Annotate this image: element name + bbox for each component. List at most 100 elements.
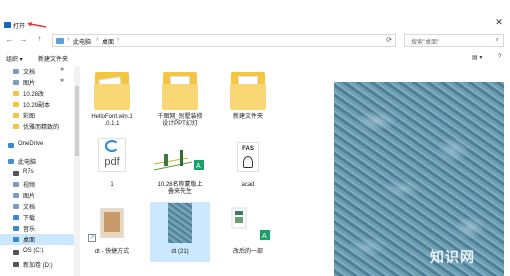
sidebar-item-label: 10.28改 <box>23 92 45 98</box>
window-title: 打开 <box>13 24 26 30</box>
sidebar-item-desktop[interactable]: 桌面 <box>0 234 74 245</box>
sidebar-item-label: 文档 <box>23 70 36 76</box>
video-icon <box>13 182 19 187</box>
file-name: 新建文件夹 <box>232 114 263 120</box>
sidebar-item-this-pc[interactable]: 此电脑 <box>0 156 74 167</box>
sidebar-item-label: 下载 <box>23 216 36 222</box>
file-item[interactable]: A 10.28名称蒙版上 叠来先生 <box>150 134 210 196</box>
sidebar-item-label: 图片 <box>23 194 36 200</box>
folder-icon <box>13 91 19 96</box>
drive-icon <box>13 262 19 267</box>
thumbnail-content <box>104 212 120 232</box>
image-thumbnail-icon <box>168 203 192 243</box>
folder-icon <box>13 102 19 107</box>
sidebar-item-elegant[interactable]: 优雅而精致的 <box>0 121 74 132</box>
sidebar-scrollbar[interactable] <box>74 66 80 276</box>
sidebar-item-label: 此电脑 <box>18 160 37 166</box>
pin-icon: ✱ <box>60 67 65 73</box>
file-name: HelloFont.win.1 .0.1.1 <box>91 114 133 127</box>
forward-button[interactable]: → <box>18 34 29 46</box>
navigation-bar: ← → ↑ › 此电脑 › 桌面 › ⟳ 搜索"桌面" ⌕ <box>0 33 510 49</box>
document-icon <box>13 204 19 209</box>
sidebar-item-label: 新加卷 (D:) <box>23 263 53 269</box>
search-placeholder: 搜索"桌面" <box>411 40 440 46</box>
breadcrumb-desktop[interactable]: 桌面 <box>102 37 114 46</box>
sidebar-item-label: OS (C:) <box>23 248 44 254</box>
sidebar-item-label: 10.29副本 <box>23 103 51 109</box>
cloud-icon <box>8 143 14 148</box>
sidebar-item-videos[interactable]: 视频 <box>0 179 74 190</box>
folder-icon <box>13 124 19 129</box>
breadcrumb-this-pc[interactable]: 此电脑 <box>73 37 91 46</box>
red-arrow-annotation-icon <box>27 22 47 28</box>
music-icon <box>13 226 19 231</box>
sidebar-item-10-28[interactable]: 10.28改 <box>0 88 74 99</box>
file-item[interactable]: A 改后的一部 <box>218 202 278 262</box>
sidebar-item-label: 视频 <box>23 183 36 189</box>
app-icon <box>4 22 11 28</box>
sidebar-item-label: 图片 <box>23 81 36 87</box>
organize-button[interactable]: 组织 ▾ <box>6 54 23 63</box>
sidebar-item-onedrive[interactable]: OneDrive <box>0 140 74 151</box>
pin-icon: ✱ <box>60 78 65 84</box>
file-name: 千图网_别墅装修 设计PPT幻灯 <box>157 114 203 127</box>
file-item[interactable]: FAS acad <box>218 134 278 196</box>
file-item[interactable]: ↗ dt - 快捷方式 <box>82 202 142 262</box>
folder-icon <box>56 38 64 44</box>
chevron-right-icon: › <box>67 36 70 43</box>
sidebar-item-drive-c[interactable]: OS (C:) <box>0 247 74 258</box>
pdf-badge: pdf <box>104 156 120 168</box>
file-name: 改后的一部 <box>232 249 263 255</box>
sidebar-item-label: 彩图 <box>23 114 36 120</box>
sidebar-item-label: OneDrive <box>18 141 44 147</box>
file-name: acad <box>241 182 255 188</box>
sidebar-item-label: 音乐 <box>23 227 36 233</box>
refresh-icon[interactable]: ⟳ <box>386 36 392 44</box>
folder-front <box>230 84 266 110</box>
sidebar-item-label: R7s <box>23 169 34 175</box>
file-name: 1 <box>110 182 114 188</box>
file-name: dt (21) <box>171 249 189 255</box>
file-item[interactable]: HelloFont.win.1 .0.1.1 <box>82 66 142 132</box>
svg-text:A: A <box>262 233 267 240</box>
help-button[interactable]: ? <box>498 54 501 60</box>
shortcut-arrow-icon: ↗ <box>88 234 96 242</box>
watermark-text: 知识网 <box>430 249 475 265</box>
picture-icon <box>13 193 19 198</box>
back-button[interactable]: ← <box>4 34 15 46</box>
file-name: dt - 快捷方式 <box>94 249 130 255</box>
file-item[interactable]: pdf 1 <box>82 134 142 196</box>
search-input[interactable]: 搜索"桌面" ⌕ <box>404 34 504 47</box>
sidebar-item-color-pics[interactable]: 彩图 <box>0 110 74 121</box>
view-options-button[interactable]: ▤ ▾ <box>472 54 482 61</box>
pc-icon <box>8 159 14 164</box>
file-item[interactable]: 千图网_别墅装修 设计PPT幻灯 <box>150 66 210 132</box>
chevron-right-icon: › <box>117 36 120 43</box>
document-icon <box>13 69 19 74</box>
sidebar-item-label: 桌面 <box>23 238 36 244</box>
sidebar-item-music[interactable]: 音乐 <box>0 223 74 234</box>
image-thumbnail-icon: A <box>152 150 204 172</box>
sidebar-item-pictures[interactable]: 图片 ✱ <box>0 77 74 88</box>
file-item[interactable]: 新建文件夹 <box>218 66 278 132</box>
file-item-selected[interactable]: dt (21) <box>150 202 210 262</box>
preview-pane-image <box>334 82 504 276</box>
sidebar-item-drive-d[interactable]: 新加卷 (D:) <box>0 259 74 270</box>
file-name: 10.28名称蒙版上 叠来先生 <box>157 182 203 195</box>
sidebar-item-documents[interactable]: 文档 ✱ <box>0 66 74 77</box>
title-bar: 打开 ✕ <box>0 0 510 32</box>
up-button[interactable]: ↑ <box>34 33 45 45</box>
scrollbar-thumb[interactable] <box>75 86 79 156</box>
search-icon: ⌕ <box>495 37 499 43</box>
sidebar-item-downloads[interactable]: 下载 <box>0 212 74 223</box>
close-button[interactable]: ✕ <box>490 16 508 28</box>
sidebar-item-pictures-2[interactable]: 图片 <box>0 190 74 201</box>
desktop-icon <box>13 237 19 242</box>
sidebar-item-documents-2[interactable]: 文档 <box>0 201 74 212</box>
drive-icon <box>13 250 19 255</box>
sidebar-item-10-29[interactable]: 10.29副本 <box>0 99 74 110</box>
address-bar[interactable]: › 此电脑 › 桌面 › ⟳ <box>52 34 396 47</box>
new-folder-button[interactable]: 新建文件夹 <box>38 54 68 63</box>
sidebar-item-r7s[interactable]: R7s <box>0 168 74 179</box>
download-icon <box>13 215 19 220</box>
